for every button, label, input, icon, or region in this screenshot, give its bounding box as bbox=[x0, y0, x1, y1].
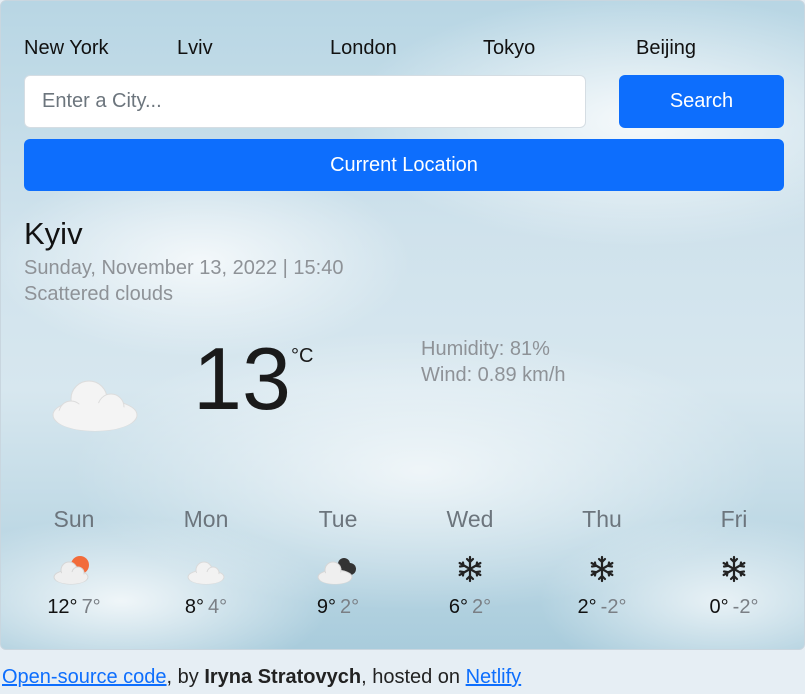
date-time: Sunday, November 13, 2022 | 15:40 bbox=[24, 257, 344, 279]
temperature-unit: °C bbox=[291, 345, 314, 367]
city-link-tokyo[interactable]: Tokyo bbox=[483, 37, 535, 60]
humidity: Humidity: 81% bbox=[421, 338, 550, 360]
search-button[interactable]: Search bbox=[619, 75, 784, 128]
forecast-day-name: Wed bbox=[446, 506, 494, 532]
dark-clouds-icon bbox=[317, 558, 356, 585]
source-code-link[interactable]: Open-source code bbox=[2, 666, 167, 688]
forecast-day-name: Tue bbox=[318, 506, 358, 532]
forecast-min: 2° bbox=[472, 596, 492, 618]
forecast-temps: 12° 7° bbox=[8, 596, 140, 619]
forecast-day: Sun 12° 7° bbox=[8, 506, 140, 619]
forecast-max: 2° bbox=[577, 596, 597, 618]
footer: Open-source code, by Iryna Stratovych, h… bbox=[2, 666, 521, 689]
footer-hosted-text: , hosted on bbox=[361, 666, 466, 688]
footer-by-text: , by bbox=[166, 666, 205, 688]
cloud-icon bbox=[52, 380, 138, 432]
forecast-min: -2° bbox=[600, 596, 627, 618]
forecast-temps: 0° -2° bbox=[668, 596, 800, 619]
forecast-min: -2° bbox=[732, 596, 759, 618]
forecast-day: Fri 0° -2° bbox=[668, 506, 800, 619]
forecast-min: 7° bbox=[81, 596, 101, 618]
current-location-button[interactable]: Current Location bbox=[24, 139, 784, 191]
netlify-link[interactable]: Netlify bbox=[466, 666, 522, 688]
snowflake-icon bbox=[722, 555, 746, 583]
city-link-beijing[interactable]: Beijing bbox=[636, 37, 696, 60]
forecast-max: 0° bbox=[709, 596, 729, 618]
snowflake-icon bbox=[590, 555, 614, 583]
wind-speed: Wind: 0.89 km/h bbox=[421, 364, 566, 386]
forecast-day: Thu 2° -2° bbox=[536, 506, 668, 619]
forecast-max: 12° bbox=[47, 596, 78, 618]
forecast-max: 6° bbox=[448, 596, 468, 618]
forecast: Sun 12° 7° Mon 8° 4° Tue 9° 2° Wed 6° 2°… bbox=[1, 506, 804, 636]
forecast-day-name: Sun bbox=[53, 506, 95, 532]
forecast-day: Tue 9° 2° bbox=[272, 506, 404, 619]
city-link-lviv[interactable]: Lviv bbox=[177, 37, 213, 60]
forecast-day: Wed 6° 2° bbox=[404, 506, 536, 619]
forecast-day-name: Mon bbox=[183, 506, 229, 532]
forecast-temps: 9° 2° bbox=[272, 596, 404, 619]
forecast-temps: 6° 2° bbox=[404, 596, 536, 619]
city-name: Kyiv bbox=[24, 216, 83, 251]
city-link-london[interactable]: London bbox=[330, 37, 397, 60]
snowflake-icon bbox=[458, 555, 482, 583]
forecast-max: 8° bbox=[184, 596, 204, 618]
forecast-temps: 2° -2° bbox=[536, 596, 668, 619]
weather-description: Scattered clouds bbox=[24, 283, 173, 305]
forecast-day-name: Fri bbox=[720, 506, 748, 532]
cloud-icon bbox=[187, 561, 225, 585]
city-search-input[interactable] bbox=[24, 75, 586, 128]
city-links: New York Lviv London Tokyo Beijing bbox=[24, 37, 784, 59]
forecast-day-name: Thu bbox=[582, 506, 622, 532]
forecast-temps: 8° 4° bbox=[140, 596, 272, 619]
cloud-sun-icon bbox=[53, 556, 89, 585]
forecast-day: Mon 8° 4° bbox=[140, 506, 272, 619]
current-temperature: 13 bbox=[193, 329, 291, 428]
forecast-max: 9° bbox=[316, 596, 336, 618]
city-link-new-york[interactable]: New York bbox=[24, 37, 109, 60]
forecast-min: 2° bbox=[340, 596, 360, 618]
forecast-min: 4° bbox=[208, 596, 228, 618]
weather-card: New York Lviv London Tokyo Beijing Searc… bbox=[0, 0, 805, 650]
author-name: Iryna Stratovych bbox=[204, 666, 362, 688]
